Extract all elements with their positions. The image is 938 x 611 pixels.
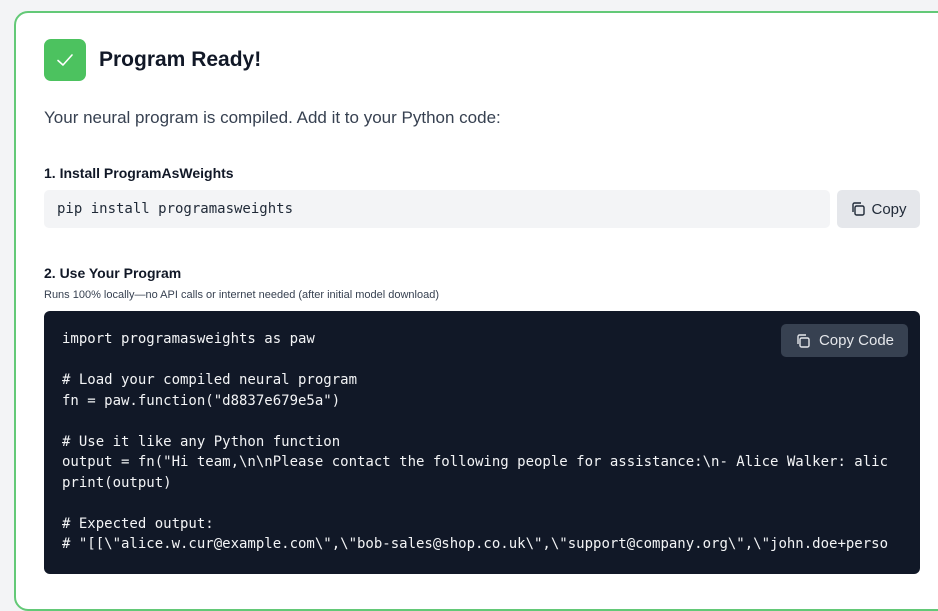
copy-code-button[interactable]: Copy Code <box>781 324 908 357</box>
copy-icon <box>852 202 866 216</box>
copy-icon <box>797 333 810 348</box>
card-header: Program Ready! <box>44 39 261 81</box>
code-block: import programasweights as paw # Load you… <box>44 311 920 574</box>
code-line: # Expected output: <box>62 515 214 532</box>
code-line: # "[[\"alice.w.cur@example.com\",\"bob-s… <box>62 536 889 552</box>
code-line: # Use it like any Python function <box>62 433 341 450</box>
code-line: print(output) <box>62 474 172 491</box>
step2-heading: 2. Use Your Program <box>44 265 182 281</box>
code-content: import programasweights as paw # Load you… <box>62 329 888 555</box>
success-card: Program Ready! Your neural program is co… <box>14 11 938 611</box>
page-title: Program Ready! <box>99 48 262 71</box>
copy-install-button[interactable]: Copy <box>837 190 920 228</box>
code-line: fn = paw.function("d8837e679e5a") <box>62 392 341 409</box>
install-command: pip install programasweights <box>44 190 830 228</box>
intro-text: Your neural program is compiled. Add it … <box>44 108 501 127</box>
check-icon <box>44 39 86 81</box>
copy-button-label: Copy <box>871 200 907 218</box>
copy-code-label: Copy Code <box>818 332 895 349</box>
step1-heading: 1. Install ProgramAsWeights <box>44 165 234 181</box>
code-line: import programasweights as paw <box>62 331 315 347</box>
code-line: output = fn("Hi team,\n\nPlease contact … <box>62 454 889 470</box>
code-line: # Load your compiled neural program <box>62 372 358 388</box>
step2-note: Runs 100% locally—no API calls or intern… <box>44 289 439 301</box>
